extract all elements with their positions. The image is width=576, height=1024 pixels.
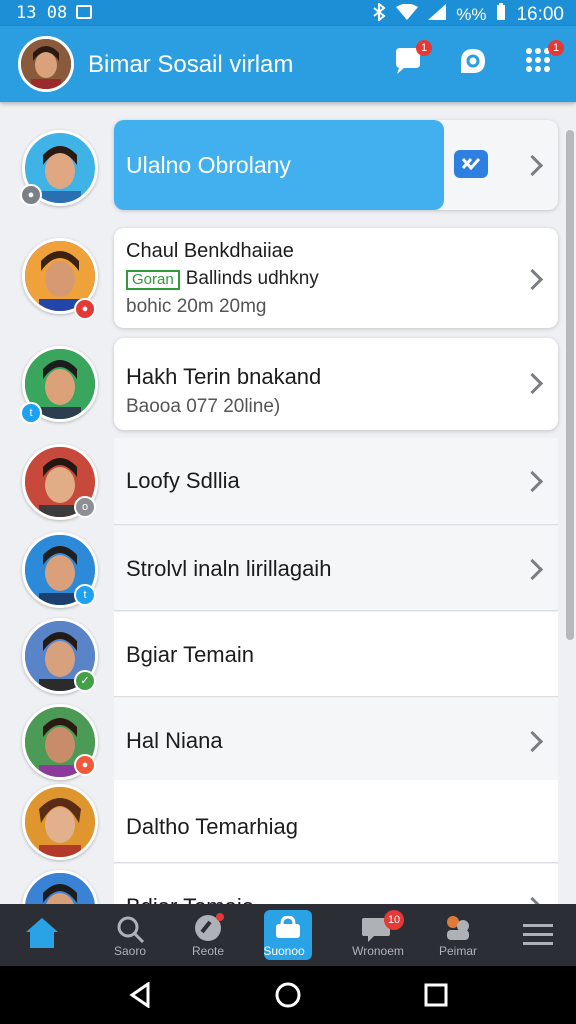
contact-name: Hal Niana bbox=[126, 728, 223, 753]
status-time: 13 08 bbox=[16, 3, 68, 23]
signal-icon bbox=[428, 4, 447, 25]
message-eye-icon bbox=[461, 49, 485, 73]
app-bar: Bimar Sosail virlam 1 1 bbox=[0, 26, 576, 102]
status-dot-icon: ● bbox=[20, 184, 42, 206]
list-item[interactable]: ● Chaul Benkdhaiiae Goran Ballinds udhkny… bbox=[0, 228, 566, 332]
chevron-right-icon bbox=[521, 896, 544, 904]
nav-label: Peimar bbox=[438, 944, 477, 958]
list-item[interactable]: ● Ulalno Obrolany bbox=[0, 120, 566, 220]
tag-text: Ballinds udhkny bbox=[185, 268, 319, 289]
contact-subtitle: bohic 20m 20mg bbox=[126, 296, 267, 317]
battery-percent: %% bbox=[456, 4, 487, 24]
contact-name: Daltho Temarhiag bbox=[126, 814, 299, 839]
nav-people[interactable]: Peimar bbox=[418, 904, 498, 966]
status-dot-icon: ● bbox=[74, 298, 96, 320]
tag-badge: Goran bbox=[126, 270, 180, 290]
menu-icon bbox=[523, 924, 553, 945]
nav-label: Saoro bbox=[113, 944, 147, 958]
contact-name: Ulalno Obrolany bbox=[126, 152, 291, 178]
list-item[interactable]: ✓ Bgiar Temain bbox=[0, 612, 566, 698]
list-item[interactable]: Daltho Temarhiag bbox=[0, 780, 566, 864]
contact-row[interactable]: Strolvl inaln lirillagaih bbox=[114, 526, 558, 611]
nav-menu[interactable] bbox=[498, 904, 576, 966]
chevron-right-icon bbox=[521, 558, 544, 581]
scrollbar[interactable] bbox=[566, 130, 574, 640]
battery-icon bbox=[496, 3, 506, 26]
bluetooth-icon bbox=[372, 1, 386, 26]
contact-name: Loofy Sdllia bbox=[126, 468, 240, 493]
nav-search[interactable]: Saoro bbox=[90, 904, 170, 966]
image-notification-icon bbox=[76, 5, 92, 19]
nav-active-tab[interactable]: Suonoo bbox=[260, 904, 340, 966]
chevron-right-icon bbox=[521, 268, 544, 291]
bag-icon bbox=[276, 916, 300, 938]
nav-label: Reote bbox=[191, 944, 225, 958]
bottom-navigation: Saoro Reote Suonoo 10 Wronoem Peimar bbox=[0, 904, 576, 966]
messages-badge: 10 bbox=[384, 910, 404, 930]
messages-button[interactable] bbox=[458, 46, 490, 78]
chevron-right-icon bbox=[521, 470, 544, 493]
video-call-icon[interactable] bbox=[454, 150, 488, 178]
chevron-right-icon bbox=[521, 730, 544, 753]
wifi-icon bbox=[396, 3, 419, 25]
apps-grid-button[interactable]: 1 bbox=[524, 40, 564, 78]
list-item[interactable]: Bdiar Temaio bbox=[0, 864, 566, 904]
online-status-icon: ✓ bbox=[74, 670, 96, 692]
contact-card[interactable]: Hakh Terin bnakand Baooa 077 20line) bbox=[114, 338, 558, 430]
chevron-right-icon bbox=[521, 372, 544, 395]
contact-list[interactable]: ● Ulalno Obrolany ● Chaul Benkdhaiiae Go… bbox=[0, 112, 566, 904]
selected-card[interactable]: Ulalno Obrolany bbox=[114, 120, 558, 210]
contact-row[interactable]: Loofy Sdllia bbox=[114, 438, 558, 525]
twitter-icon: t bbox=[20, 402, 42, 424]
profile-avatar[interactable] bbox=[18, 36, 74, 92]
contact-name: Bdiar Temaio bbox=[126, 894, 254, 904]
list-item[interactable]: ● Hal Niana bbox=[0, 698, 566, 782]
people-icon bbox=[447, 916, 469, 940]
search-icon bbox=[117, 916, 145, 944]
notifications-badge: 1 bbox=[416, 40, 432, 56]
contact-row[interactable]: Bgiar Temain bbox=[114, 612, 558, 697]
contact-name: Chaul Benkdhaiiae bbox=[126, 240, 294, 262]
nav-recents[interactable]: Reote bbox=[168, 904, 248, 966]
avatar bbox=[22, 784, 98, 860]
home-circle-icon[interactable] bbox=[274, 981, 302, 1009]
chevron-right-icon bbox=[521, 154, 544, 177]
list-item[interactable]: o Loofy Sdllia bbox=[0, 438, 566, 526]
nav-messages[interactable]: 10 Wronoem bbox=[338, 904, 418, 966]
status-clock: 16:00 bbox=[516, 3, 564, 25]
twitter-icon: t bbox=[74, 584, 96, 606]
nav-label: Suonoo bbox=[263, 944, 305, 958]
home-icon bbox=[26, 918, 58, 948]
system-navigation bbox=[0, 966, 576, 1024]
contact-row[interactable]: Hal Niana bbox=[114, 698, 558, 781]
nav-home[interactable] bbox=[2, 904, 82, 966]
list-item[interactable]: t Strolvl inaln lirillagaih bbox=[0, 526, 566, 612]
contact-name: Strolvl inaln lirillagaih bbox=[126, 556, 332, 581]
back-icon[interactable] bbox=[128, 982, 152, 1008]
contact-subtitle: Baooa 077 20line) bbox=[126, 396, 281, 417]
contact-name: Bgiar Temain bbox=[126, 642, 254, 667]
app-title: Bimar Sosail virlam bbox=[88, 51, 294, 78]
contact-name: Hakh Terin bnakand bbox=[126, 364, 322, 389]
contact-row[interactable]: Daltho Temarhiag bbox=[114, 780, 558, 863]
recent-apps-icon[interactable] bbox=[424, 983, 448, 1007]
recents-icon bbox=[195, 913, 224, 941]
grid-badge: 1 bbox=[548, 40, 564, 56]
contact-row[interactable]: Bdiar Temaio bbox=[114, 864, 558, 904]
status-bar: 13 08 %% 16:00 bbox=[0, 0, 576, 26]
list-item[interactable]: t Hakh Terin bnakand Baooa 077 20line) bbox=[0, 338, 566, 432]
nav-label: Wronoem bbox=[352, 944, 404, 958]
avatar bbox=[22, 870, 98, 904]
status-dot-icon: ● bbox=[74, 754, 96, 776]
notifications-button[interactable]: 1 bbox=[392, 40, 432, 78]
status-dot-icon: o bbox=[74, 496, 96, 518]
contact-card[interactable]: Chaul Benkdhaiiae Goran Ballinds udhkny b… bbox=[114, 228, 558, 328]
